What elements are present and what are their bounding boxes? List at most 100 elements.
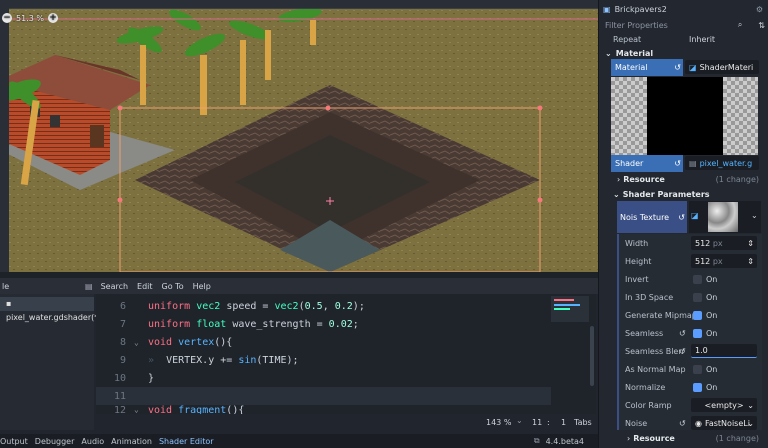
chevron-down-icon: ⌄ (747, 418, 754, 428)
panel-label: le (2, 281, 10, 291)
ruler-top (0, 0, 598, 9)
tab-output[interactable]: Output (0, 437, 28, 446)
settings-icon[interactable]: ⚙ (756, 5, 763, 14)
shader-editor-menu: le ▤ Search Edit Go To Help (0, 278, 598, 294)
filter-input[interactable]: Filter Properties (605, 21, 668, 30)
prop-label: Seamless Blen (625, 346, 684, 356)
filter-options-icon[interactable]: ⇅ (758, 21, 765, 30)
tab-audio[interactable]: Audio (81, 437, 104, 446)
revert-icon[interactable]: ↺ (679, 329, 686, 338)
noise-texture-resource[interactable]: ◪ ⌄ (689, 201, 761, 233)
shader-resource[interactable]: ▤ pixel_water.g (685, 156, 759, 170)
menu-search[interactable]: Search (101, 282, 128, 291)
revert-icon[interactable]: ↺ (679, 347, 686, 356)
seamless-checkbox[interactable]: On (693, 328, 717, 338)
line-number: 11 (113, 390, 126, 402)
prop-label: Seamless (625, 328, 664, 338)
code-line: 10} (96, 369, 556, 387)
repeat-select[interactable]: Inherit (689, 35, 715, 44)
line-number: 7 (119, 318, 126, 330)
section-resource-2[interactable]: › Resource (1 change) (599, 431, 768, 445)
zoom-dropdown-icon[interactable]: ⌄ (516, 416, 523, 425)
prop-noise: Noise ↺ ◉ FastNoiseLi ⌄ (599, 414, 768, 432)
noise-texture-icon: ◪ (691, 211, 699, 220)
inspector-panel: ▣ Brickpavers2 ⚙ Filter Properties ⌕ ⇅ R… (598, 0, 768, 448)
zoom-level[interactable]: 51.3 % (16, 14, 44, 23)
prop-label: Nois Texture (620, 212, 670, 222)
shader-file-icon: ▪ (6, 299, 12, 308)
prop-unit: px (712, 238, 723, 248)
revert-icon[interactable]: ↺ (674, 159, 681, 168)
code-zoom[interactable]: 143 % (486, 418, 511, 427)
file-item[interactable]: ▪ pixel_water.gdshader(*) (0, 297, 101, 322)
file-name: pixel_water.gdshader(*) (6, 313, 102, 322)
material-resource[interactable]: ◪ ShaderMateri (685, 60, 759, 74)
seamless-blend-slider[interactable]: 1.0 (691, 344, 757, 358)
prop-width: Width 512 px ⇕ (599, 234, 768, 252)
chevron-down-icon: ⌄ (747, 400, 754, 410)
search-icon[interactable]: ⌕ (738, 20, 742, 30)
as-normal-map-checkbox[interactable]: On (693, 364, 717, 374)
list-toggle-icon[interactable]: ▤ (85, 282, 93, 291)
shader-material-icon: ◪ (689, 62, 697, 72)
code-status-bar: 143 % ⌄ 11 : 1 Tabs (96, 414, 596, 430)
layout-icon[interactable]: ⧉ (534, 436, 540, 446)
fold-arrow-icon[interactable]: ⌄ (134, 338, 148, 347)
resource-name: pixel_water.g (699, 158, 753, 168)
zoom-in-button[interactable]: + (47, 13, 58, 23)
prop-value: 512 (695, 238, 711, 248)
cursor-line: 11 (532, 418, 543, 427)
chevron-down-icon: ⌄ (605, 48, 612, 58)
zoom-out-button[interactable]: − (2, 13, 12, 23)
cursor-col: 1 (561, 418, 567, 427)
tab-shader-editor[interactable]: Shader Editor (159, 437, 214, 446)
prop-label: Generate Mipmap (625, 310, 697, 320)
section-shader-params[interactable]: ⌄ Shader Parameters (599, 187, 768, 201)
section-resource[interactable]: › Resource (1 change) (599, 172, 768, 186)
revert-icon[interactable]: ↺ (674, 63, 681, 72)
menu-help[interactable]: Help (193, 282, 211, 291)
menu-edit[interactable]: Edit (137, 282, 153, 291)
prop-label: Shader (615, 159, 644, 168)
invert-checkbox[interactable]: On (693, 274, 717, 284)
shader-file-list: ▪ pixel_water.gdshader(*) (0, 294, 101, 430)
resource-name: ShaderMateri (699, 62, 754, 72)
code-line: 12 ⌄ void fragment(){ (96, 405, 556, 414)
code-line: 6 uniform vec2 speed = vec2(0.5, 0.2); (96, 297, 556, 315)
change-count: (1 change) (715, 174, 759, 184)
revert-icon[interactable]: ↺ (679, 419, 686, 428)
prop-generate-mipmap: Generate Mipmap On (599, 306, 768, 324)
prop-label: Color Ramp (625, 400, 672, 410)
height-spinbox[interactable]: 512 px ⇕ (691, 254, 757, 268)
prop-label: Invert (625, 274, 649, 284)
prop-seamless: Seamless ↺ On (599, 324, 768, 342)
ruler-left (0, 0, 9, 272)
section-title: Material (615, 48, 654, 58)
menu-goto[interactable]: Go To (162, 282, 184, 291)
object-name[interactable]: Brickpavers2 (615, 5, 667, 14)
prop-normalize: Normalize On (599, 378, 768, 396)
tab-debugger[interactable]: Debugger (35, 437, 75, 446)
in-3d-space-checkbox[interactable]: On (693, 292, 717, 302)
width-spinbox[interactable]: 512 px ⇕ (691, 236, 757, 250)
line-col-separator: : (547, 418, 550, 427)
indent-mode[interactable]: Tabs (574, 418, 592, 427)
scene-viewport[interactable]: − 51.3 % + (0, 0, 598, 272)
noise-resource[interactable]: ◉ FastNoiseLi ⌄ (691, 416, 757, 430)
revert-icon[interactable]: ↺ (678, 213, 685, 222)
code-scrollbar[interactable] (590, 326, 594, 386)
code-line: 7 uniform float wave_strength = 0.02; (96, 315, 556, 333)
prop-value: FastNoiseLi (704, 418, 750, 428)
normalize-checkbox[interactable]: On (693, 382, 717, 392)
line-number: 6 (119, 300, 126, 312)
color-ramp-resource[interactable]: <empty> ⌄ (691, 398, 757, 412)
tab-animation[interactable]: Animation (111, 437, 152, 446)
generate-mipmap-checkbox[interactable]: On (693, 310, 717, 320)
prop-invert: Invert On (599, 270, 768, 288)
prop-label: Normalize (625, 382, 666, 392)
code-area[interactable]: 6 uniform vec2 speed = vec2(0.5, 0.2); 7u… (96, 294, 596, 414)
code-minimap[interactable] (551, 296, 589, 322)
prop-label: Height (625, 256, 652, 266)
section-material[interactable]: ⌄ Material (599, 46, 768, 60)
spin-arrows-icon: ⇕ (747, 238, 754, 248)
